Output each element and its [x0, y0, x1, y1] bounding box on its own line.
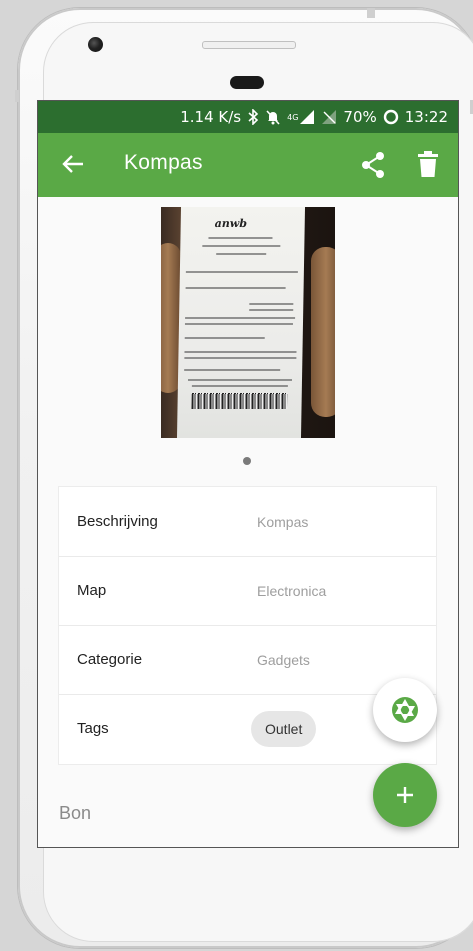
network-type: 4G: [287, 112, 299, 122]
receipt-line: [185, 271, 298, 273]
status-bar: 1.14 K/s 4G 70% 13:22: [38, 101, 458, 133]
row-label: Categorie: [77, 651, 143, 668]
receipt-line: [184, 357, 297, 359]
camera-fab[interactable]: [373, 678, 437, 742]
receipt-line: [191, 385, 288, 387]
share-icon: [362, 152, 384, 178]
receipt-line: [185, 317, 296, 319]
row-map[interactable]: Map Electronica: [59, 556, 436, 626]
row-value: Electronica: [257, 582, 327, 599]
receipt-line: [249, 309, 294, 311]
app-bar: Kompas: [38, 133, 458, 197]
receipt-paper: anwb: [176, 207, 306, 438]
network-speed: 1.14 K/s: [180, 108, 242, 126]
row-value: Kompas: [257, 513, 309, 530]
phone-side-button: [15, 90, 19, 102]
receipt-line: [208, 237, 273, 239]
receipt-barcode: [191, 393, 288, 409]
row-beschrijving[interactable]: Beschrijving Kompas: [59, 487, 436, 557]
row-label: Beschrijving: [77, 513, 158, 530]
row-label: Map: [77, 582, 107, 599]
no-sim-icon: [321, 109, 337, 125]
receipt-line: [184, 337, 265, 339]
add-fab[interactable]: [373, 763, 437, 827]
receipt-photo[interactable]: anwb: [161, 207, 335, 438]
receipt-line: [249, 303, 294, 305]
phone-speaker: [202, 41, 296, 49]
bluetooth-icon: [247, 109, 259, 125]
front-camera: [88, 37, 103, 52]
receipt-line: [184, 351, 297, 353]
plus-icon: [397, 787, 413, 803]
battery-percent: 70%: [343, 108, 377, 126]
receipt-line: [184, 323, 293, 325]
trash-icon: [418, 151, 438, 177]
phone-top-button: [367, 8, 375, 18]
receipt-line: [187, 379, 293, 381]
back-button[interactable]: [60, 151, 86, 177]
receipt-line: [184, 369, 281, 371]
section-bon-title: Bon: [59, 803, 92, 823]
delete-button[interactable]: [418, 151, 440, 179]
clock: 13:22: [404, 108, 448, 126]
signal-icon: 4G: [287, 109, 315, 125]
app-screen: 1.14 K/s 4G 70% 13:22 Kompas anwb Beschr…: [38, 101, 458, 847]
arrow-left-icon: [62, 155, 83, 173]
share-button[interactable]: [360, 151, 386, 179]
page-title: Kompas: [124, 151, 203, 174]
receipt-line: [216, 253, 267, 255]
finger-right: [311, 247, 335, 417]
row-label: Tags: [77, 720, 109, 737]
aperture-icon: [392, 697, 418, 723]
pager-dot[interactable]: [243, 457, 251, 465]
battery-icon: [383, 109, 399, 125]
row-value: Gadgets: [257, 651, 310, 668]
tag-chip[interactable]: Outlet: [251, 711, 317, 747]
row-categorie[interactable]: Categorie Gadgets: [59, 625, 436, 695]
phone-earpiece: [230, 76, 264, 89]
mute-icon: [265, 109, 281, 125]
receipt-line: [185, 287, 286, 289]
receipt-line: [202, 245, 281, 247]
receipt-logo: anwb: [214, 217, 248, 230]
